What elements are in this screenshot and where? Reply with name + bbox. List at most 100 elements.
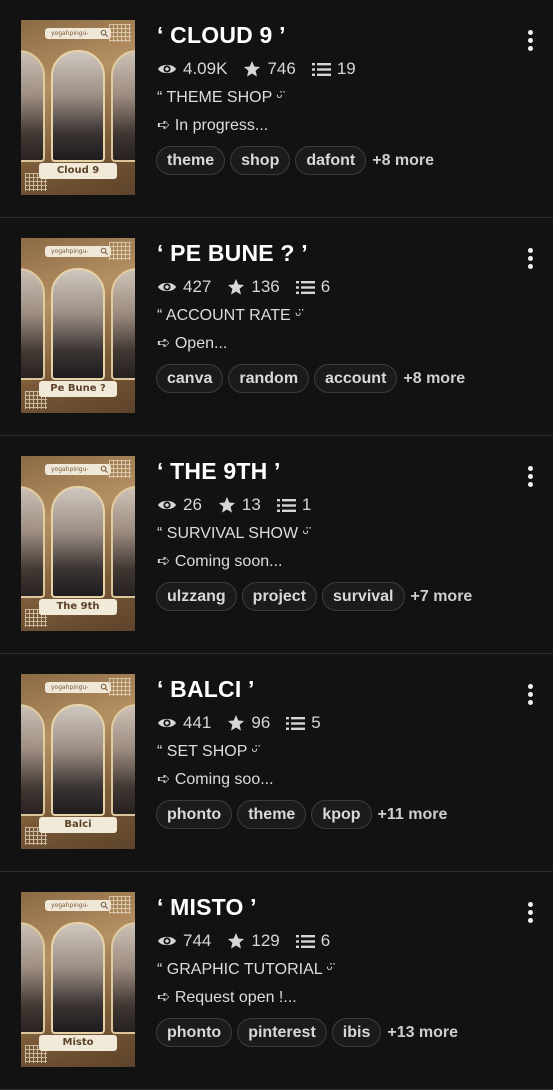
cover-search-bar: yogahpingu-: [45, 464, 111, 475]
story-stats: 26 13 1: [157, 494, 327, 516]
more-tags-link[interactable]: +11 more: [378, 806, 448, 824]
tag-list: phonto pinterest ibis +13 more: [156, 1018, 458, 1047]
votes-count: 13: [241, 495, 261, 514]
story-cover[interactable]: yogahpingu- Misto: [21, 892, 135, 1067]
story-title[interactable]: ‘ PE BUNE ? ’: [157, 240, 308, 267]
cover-photo-panel: [111, 704, 135, 816]
tag-chip[interactable]: survival: [322, 582, 405, 611]
more-vertical-icon[interactable]: [525, 248, 535, 272]
cover-photo-panel: [21, 268, 45, 380]
cover-photo-panel: [111, 922, 135, 1034]
tag-chip[interactable]: phonto: [156, 1018, 233, 1047]
eye-icon: [158, 718, 176, 728]
story-cover[interactable]: yogahpingu- Pe Bune ?: [21, 238, 135, 413]
list-icon: [295, 934, 315, 948]
cover-title: Pe Bune ?: [39, 381, 117, 397]
votes-count: 96: [251, 713, 271, 732]
tag-chip[interactable]: phonto: [156, 800, 233, 829]
parts-count: 5: [311, 713, 321, 732]
story-item[interactable]: yogahpingu- Misto ‘ MISTO ’ 744 129 6 “ …: [0, 872, 553, 1090]
parts-stat: 6: [295, 277, 331, 297]
votes-stat: 129: [227, 931, 280, 951]
tag-chip[interactable]: theme: [156, 146, 226, 175]
story-title[interactable]: ‘ BALCI ’: [157, 676, 255, 703]
more-tags-link[interactable]: +8 more: [372, 152, 434, 170]
search-icon: [100, 901, 109, 910]
cover-grid-deco: [109, 896, 131, 914]
story-status: ➪ Coming soon...: [157, 553, 283, 570]
tag-chip[interactable]: project: [241, 582, 318, 611]
cover-photo-panel: [111, 50, 135, 162]
story-description: “ SET SHOP ᵕ̈: [157, 743, 258, 760]
parts-stat: 6: [295, 931, 330, 951]
list-icon: [276, 498, 296, 512]
more-vertical-icon[interactable]: [525, 30, 535, 54]
cover-search-bar: yogahpingu-: [45, 246, 111, 257]
tag-list: canva random account +8 more: [156, 364, 465, 393]
tag-chip[interactable]: canva: [156, 364, 224, 393]
story-title[interactable]: ‘ THE 9TH ’: [157, 458, 281, 485]
parts-count: 6: [320, 277, 331, 296]
tag-chip[interactable]: dafont: [295, 146, 367, 175]
cover-search-bar: yogahpingu-: [45, 900, 111, 911]
views-count: 744: [183, 931, 212, 950]
list-icon: [295, 280, 315, 294]
views-stat: 4.09K: [157, 59, 227, 79]
votes-stat: 746: [243, 59, 296, 79]
tag-list: ulzzang project survival +7 more: [156, 582, 472, 611]
more-vertical-icon[interactable]: [525, 684, 535, 708]
tag-chip[interactable]: account: [314, 364, 398, 393]
cover-photo-panel: [51, 704, 105, 816]
tag-chip[interactable]: theme: [237, 800, 307, 829]
story-item[interactable]: yogahpingu- The 9th ‘ THE 9TH ’ 26 13 1 …: [0, 436, 553, 654]
story-cover[interactable]: yogahpingu- Cloud 9: [21, 20, 135, 195]
cover-bar-text: yogahpingu-: [51, 30, 89, 37]
more-tags-link[interactable]: +13 more: [387, 1024, 458, 1042]
story-stats: 441 96 5: [157, 712, 337, 734]
story-status: ➪ Open...: [157, 335, 228, 352]
story-description: “ GRAPHIC TUTORIAL ᵕ̈: [157, 961, 333, 978]
more-tags-link[interactable]: +8 more: [403, 370, 465, 388]
story-item[interactable]: yogahpingu- Cloud 9 ‘ CLOUD 9 ’ 4.09K 74…: [0, 0, 553, 218]
tag-chip[interactable]: ulzzang: [156, 582, 237, 611]
more-vertical-icon[interactable]: [525, 466, 535, 490]
star-icon: [244, 61, 261, 77]
cover-photo-panel: [51, 268, 105, 380]
cover-grid-deco: [109, 460, 131, 478]
tag-chip[interactable]: shop: [230, 146, 291, 175]
search-icon: [100, 465, 109, 474]
tag-chip[interactable]: ibis: [331, 1018, 382, 1047]
story-status: ➪ Coming soo...: [157, 771, 274, 788]
tag-chip[interactable]: kpop: [311, 800, 372, 829]
views-stat: 427: [157, 277, 211, 297]
views-count: 427: [183, 277, 212, 296]
tag-chip[interactable]: pinterest: [237, 1018, 327, 1047]
views-stat: 744: [157, 931, 211, 951]
views-count: 441: [183, 713, 212, 732]
cover-photo-panel: [21, 704, 45, 816]
story-item[interactable]: yogahpingu- Pe Bune ? ‘ PE BUNE ? ’ 427 …: [0, 218, 553, 436]
cover-title: The 9th: [39, 599, 117, 615]
star-icon: [228, 715, 245, 731]
cover-grid-deco: [109, 678, 131, 696]
story-item[interactable]: yogahpingu- Balci ‘ BALCI ’ 441 96 5 “ S…: [0, 654, 553, 872]
cover-photo-panel: [51, 922, 105, 1034]
more-vertical-icon[interactable]: [525, 902, 535, 926]
more-tags-link[interactable]: +7 more: [411, 588, 473, 606]
views-stat: 26: [157, 495, 202, 515]
votes-count: 746: [267, 59, 296, 78]
votes-count: 136: [251, 277, 280, 296]
story-stats: 427 136 6: [157, 276, 346, 298]
story-cover[interactable]: yogahpingu- The 9th: [21, 456, 135, 631]
cover-search-bar: yogahpingu-: [45, 28, 111, 39]
story-title[interactable]: ‘ CLOUD 9 ’: [157, 22, 286, 49]
parts-count: 1: [301, 495, 312, 514]
story-status: ➪ In progress...: [157, 117, 269, 134]
views-stat: 441: [157, 713, 211, 733]
cover-bar-text: yogahpingu-: [51, 684, 89, 691]
story-cover[interactable]: yogahpingu- Balci: [21, 674, 135, 849]
tag-chip[interactable]: random: [228, 364, 310, 393]
cover-photo-panel: [21, 922, 45, 1034]
parts-stat: 5: [286, 713, 321, 733]
story-title[interactable]: ‘ MISTO ’: [157, 894, 257, 921]
